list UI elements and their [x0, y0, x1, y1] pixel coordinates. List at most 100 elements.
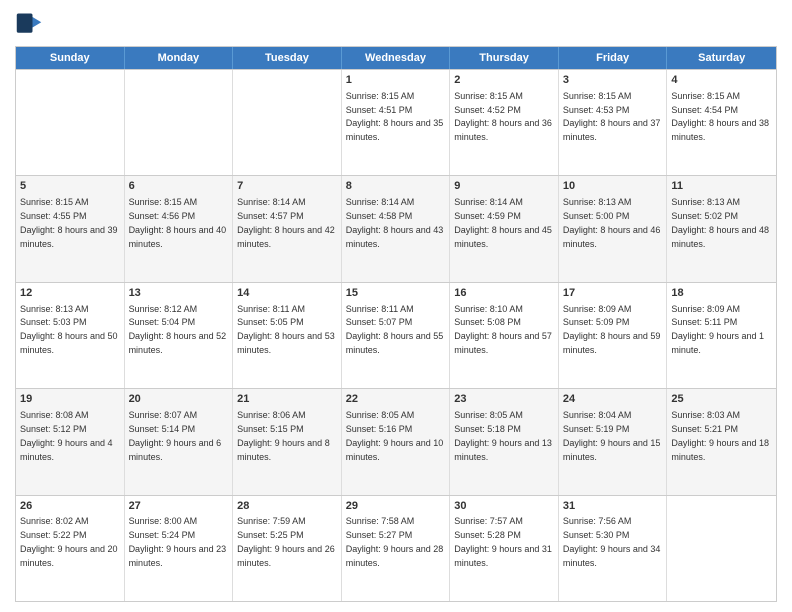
day-cell-22: 22 Sunrise: 8:05 AMSunset: 5:16 PMDayligh…: [342, 389, 451, 494]
day-info: Sunrise: 8:15 AMSunset: 4:51 PMDaylight:…: [346, 91, 444, 142]
logo-icon: [15, 10, 43, 38]
week-row-5: 26 Sunrise: 8:02 AMSunset: 5:22 PMDayligh…: [16, 495, 776, 601]
weekday-header-wednesday: Wednesday: [342, 47, 451, 69]
day-cell-14: 14 Sunrise: 8:11 AMSunset: 5:05 PMDayligh…: [233, 283, 342, 388]
header: [15, 10, 777, 38]
empty-cell: [667, 496, 776, 601]
day-number: 17: [563, 286, 663, 301]
day-number: 4: [671, 73, 772, 88]
page: SundayMondayTuesdayWednesdayThursdayFrid…: [0, 0, 792, 612]
day-info: Sunrise: 8:11 AMSunset: 5:07 PMDaylight:…: [346, 304, 444, 355]
day-number: 28: [237, 499, 337, 514]
day-info: Sunrise: 8:14 AMSunset: 4:57 PMDaylight:…: [237, 197, 335, 248]
day-info: Sunrise: 8:15 AMSunset: 4:54 PMDaylight:…: [671, 91, 769, 142]
day-number: 9: [454, 179, 554, 194]
day-cell-30: 30 Sunrise: 7:57 AMSunset: 5:28 PMDayligh…: [450, 496, 559, 601]
day-info: Sunrise: 8:15 AMSunset: 4:55 PMDaylight:…: [20, 197, 118, 248]
day-info: Sunrise: 8:05 AMSunset: 5:16 PMDaylight:…: [346, 410, 444, 461]
day-number: 21: [237, 392, 337, 407]
day-number: 26: [20, 499, 120, 514]
day-info: Sunrise: 8:15 AMSunset: 4:53 PMDaylight:…: [563, 91, 661, 142]
day-info: Sunrise: 8:05 AMSunset: 5:18 PMDaylight:…: [454, 410, 552, 461]
day-info: Sunrise: 8:15 AMSunset: 4:56 PMDaylight:…: [129, 197, 227, 248]
day-cell-29: 29Sunrise: 7:58 AMSunset: 5:27 PMDayligh…: [342, 496, 451, 601]
calendar: SundayMondayTuesdayWednesdayThursdayFrid…: [15, 46, 777, 602]
day-number: 25: [671, 392, 772, 407]
day-cell-26: 26 Sunrise: 8:02 AMSunset: 5:22 PMDayligh…: [16, 496, 125, 601]
day-info: Sunrise: 8:13 AMSunset: 5:03 PMDaylight:…: [20, 304, 118, 355]
day-cell-10: 10 Sunrise: 8:13 AMSunset: 5:00 PMDayligh…: [559, 176, 668, 281]
day-info: Sunrise: 8:06 AMSunset: 5:15 PMDaylight:…: [237, 410, 330, 461]
day-number: 10: [563, 179, 663, 194]
day-number: 2: [454, 73, 554, 88]
day-cell-2: 2 Sunrise: 8:15 AMSunset: 4:52 PMDaylight…: [450, 70, 559, 175]
day-info: Sunrise: 8:11 AMSunset: 5:05 PMDaylight:…: [237, 304, 335, 355]
day-info: Sunrise: 8:15 AMSunset: 4:52 PMDaylight:…: [454, 91, 552, 142]
day-info: Sunrise: 8:09 AMSunset: 5:11 PMDaylight:…: [671, 304, 764, 355]
day-info: Sunrise: 8:10 AMSunset: 5:08 PMDaylight:…: [454, 304, 552, 355]
week-row-4: 19 Sunrise: 8:08 AMSunset: 5:12 PMDayligh…: [16, 388, 776, 494]
day-cell-1: 1 Sunrise: 8:15 AMSunset: 4:51 PMDaylight…: [342, 70, 451, 175]
day-number: 5: [20, 179, 120, 194]
day-number: 7: [237, 179, 337, 194]
day-info: Sunrise: 8:09 AMSunset: 5:09 PMDaylight:…: [563, 304, 661, 355]
week-row-2: 5 Sunrise: 8:15 AMSunset: 4:55 PMDaylight…: [16, 175, 776, 281]
day-number: 23: [454, 392, 554, 407]
day-cell-31: 31Sunrise: 7:56 AMSunset: 5:30 PMDayligh…: [559, 496, 668, 601]
day-number: 30: [454, 499, 554, 514]
day-number: 24: [563, 392, 663, 407]
day-info: Sunrise: 8:00 AMSunset: 5:24 PMDaylight:…: [129, 516, 227, 567]
day-info: Sunrise: 7:57 AMSunset: 5:28 PMDaylight:…: [454, 516, 552, 567]
day-cell-6: 6 Sunrise: 8:15 AMSunset: 4:56 PMDaylight…: [125, 176, 234, 281]
day-cell-11: 11Sunrise: 8:13 AMSunset: 5:02 PMDayligh…: [667, 176, 776, 281]
day-info: Sunrise: 8:07 AMSunset: 5:14 PMDaylight:…: [129, 410, 222, 461]
day-number: 8: [346, 179, 446, 194]
day-cell-20: 20 Sunrise: 8:07 AMSunset: 5:14 PMDayligh…: [125, 389, 234, 494]
day-number: 27: [129, 499, 229, 514]
day-number: 3: [563, 73, 663, 88]
weekday-header-tuesday: Tuesday: [233, 47, 342, 69]
day-number: 19: [20, 392, 120, 407]
day-number: 14: [237, 286, 337, 301]
day-number: 31: [563, 499, 663, 514]
day-number: 18: [671, 286, 772, 301]
day-cell-9: 9 Sunrise: 8:14 AMSunset: 4:59 PMDaylight…: [450, 176, 559, 281]
day-info: Sunrise: 8:03 AMSunset: 5:21 PMDaylight:…: [671, 410, 769, 461]
day-cell-15: 15 Sunrise: 8:11 AMSunset: 5:07 PMDayligh…: [342, 283, 451, 388]
day-cell-23: 23 Sunrise: 8:05 AMSunset: 5:18 PMDayligh…: [450, 389, 559, 494]
weekday-header-saturday: Saturday: [667, 47, 776, 69]
day-info: Sunrise: 8:02 AMSunset: 5:22 PMDaylight:…: [20, 516, 118, 567]
weekday-header-sunday: Sunday: [16, 47, 125, 69]
day-number: 1: [346, 73, 446, 88]
weekday-header-thursday: Thursday: [450, 47, 559, 69]
calendar-header: SundayMondayTuesdayWednesdayThursdayFrid…: [16, 47, 776, 69]
day-cell-21: 21 Sunrise: 8:06 AMSunset: 5:15 PMDayligh…: [233, 389, 342, 494]
day-number: 20: [129, 392, 229, 407]
day-info: Sunrise: 8:12 AMSunset: 5:04 PMDaylight:…: [129, 304, 227, 355]
day-number: 6: [129, 179, 229, 194]
day-cell-3: 3 Sunrise: 8:15 AMSunset: 4:53 PMDaylight…: [559, 70, 668, 175]
day-info: Sunrise: 8:13 AMSunset: 5:00 PMDaylight:…: [563, 197, 661, 248]
day-cell-7: 7 Sunrise: 8:14 AMSunset: 4:57 PMDaylight…: [233, 176, 342, 281]
week-row-1: 1 Sunrise: 8:15 AMSunset: 4:51 PMDaylight…: [16, 69, 776, 175]
day-info: Sunrise: 8:14 AMSunset: 4:59 PMDaylight:…: [454, 197, 552, 248]
day-number: 22: [346, 392, 446, 407]
week-row-3: 12 Sunrise: 8:13 AMSunset: 5:03 PMDayligh…: [16, 282, 776, 388]
day-info: Sunrise: 7:59 AMSunset: 5:25 PMDaylight:…: [237, 516, 335, 567]
day-cell-17: 17 Sunrise: 8:09 AMSunset: 5:09 PMDayligh…: [559, 283, 668, 388]
day-cell-4: 4 Sunrise: 8:15 AMSunset: 4:54 PMDaylight…: [667, 70, 776, 175]
day-cell-25: 25 Sunrise: 8:03 AMSunset: 5:21 PMDayligh…: [667, 389, 776, 494]
weekday-header-monday: Monday: [125, 47, 234, 69]
day-cell-18: 18 Sunrise: 8:09 AMSunset: 5:11 PMDayligh…: [667, 283, 776, 388]
day-info: Sunrise: 8:08 AMSunset: 5:12 PMDaylight:…: [20, 410, 113, 461]
day-cell-27: 27 Sunrise: 8:00 AMSunset: 5:24 PMDayligh…: [125, 496, 234, 601]
day-number: 13: [129, 286, 229, 301]
weekday-header-friday: Friday: [559, 47, 668, 69]
day-number: 29: [346, 499, 446, 514]
day-cell-12: 12 Sunrise: 8:13 AMSunset: 5:03 PMDayligh…: [16, 283, 125, 388]
empty-cell: [16, 70, 125, 175]
day-cell-19: 19 Sunrise: 8:08 AMSunset: 5:12 PMDayligh…: [16, 389, 125, 494]
day-number: 15: [346, 286, 446, 301]
day-cell-5: 5 Sunrise: 8:15 AMSunset: 4:55 PMDaylight…: [16, 176, 125, 281]
day-number: 12: [20, 286, 120, 301]
